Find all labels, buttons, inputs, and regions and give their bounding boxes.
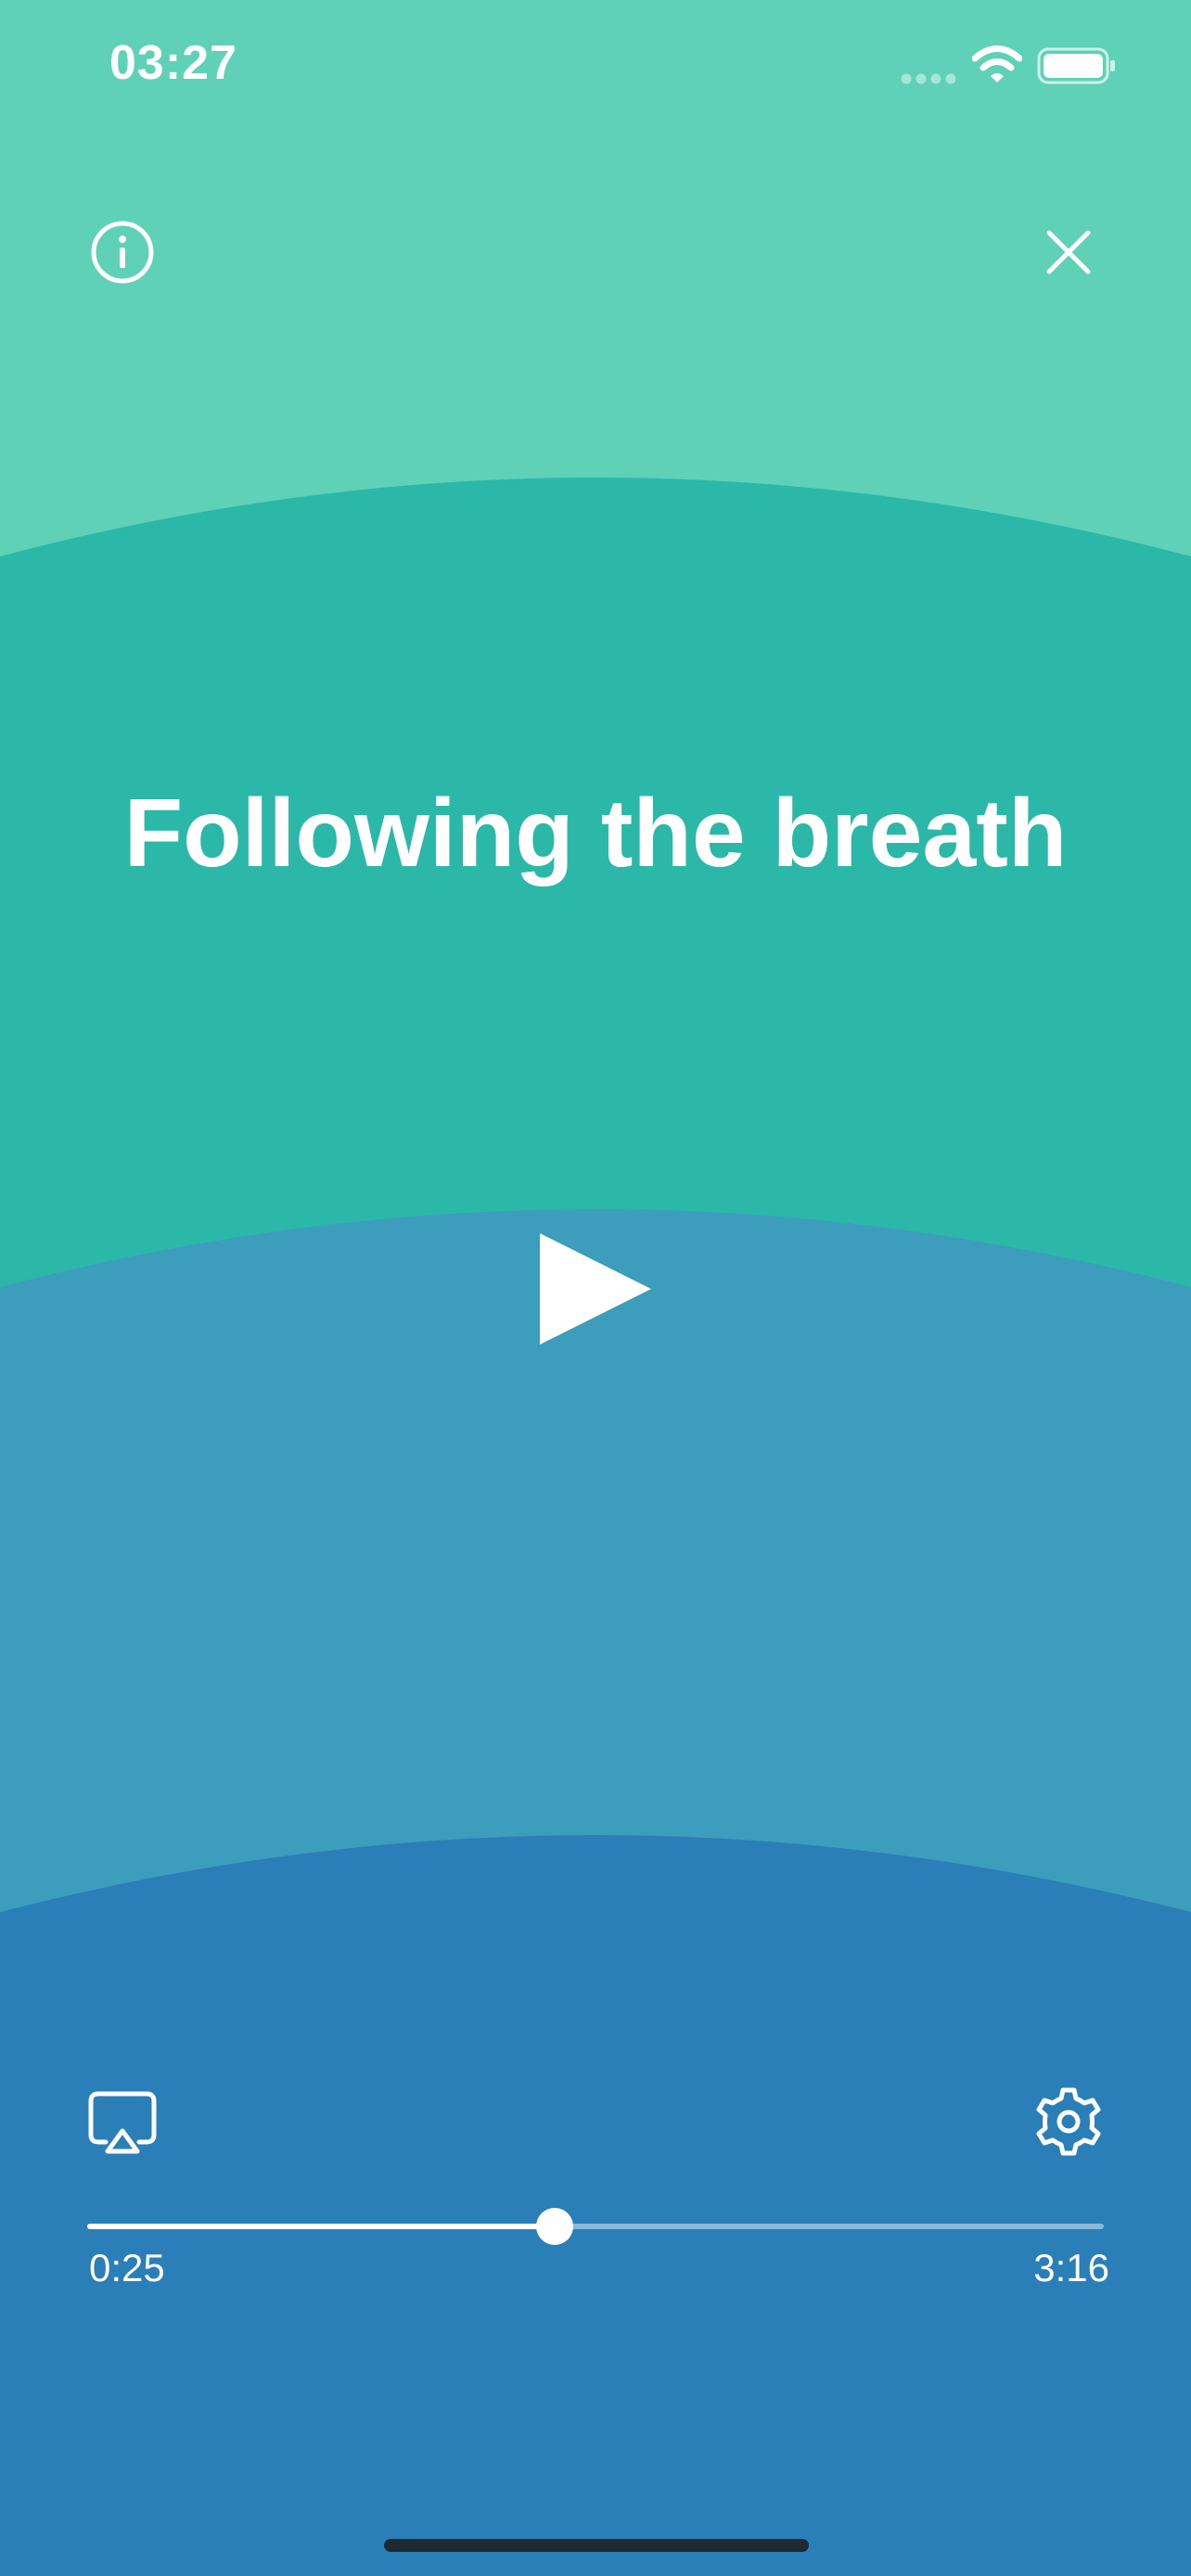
wave-band-4 [0, 1835, 1191, 2576]
play-icon [540, 1233, 651, 1345]
elapsed-time: 0:25 [89, 2246, 165, 2289]
info-icon [91, 221, 154, 284]
progress-fill [87, 2224, 556, 2229]
total-duration: 3:16 [1033, 2246, 1109, 2289]
session-title: Following the breath [123, 780, 1068, 887]
play-button[interactable] [529, 1224, 659, 1354]
status-time: 03:27 [109, 36, 237, 90]
progress-slider[interactable] [87, 2208, 1104, 2245]
close-button[interactable] [1031, 215, 1106, 289]
settings-button[interactable] [1031, 2085, 1106, 2159]
home-indicator [384, 2539, 809, 2552]
airplay-button[interactable] [85, 2086, 160, 2161]
wifi-icon [972, 45, 1022, 83]
info-button[interactable] [85, 215, 160, 289]
signal-dots-icon [901, 73, 956, 84]
meditation-player-screen: 03:27 Following the breath 0:25 3:16 [0, 0, 1191, 2576]
progress-thumb[interactable] [536, 2208, 574, 2245]
airplay-icon [88, 2091, 157, 2154]
status-bar: 03:27 [0, 0, 1191, 139]
close-icon [1046, 230, 1091, 274]
battery-icon [1037, 47, 1115, 84]
gear-icon [1036, 2087, 1101, 2156]
